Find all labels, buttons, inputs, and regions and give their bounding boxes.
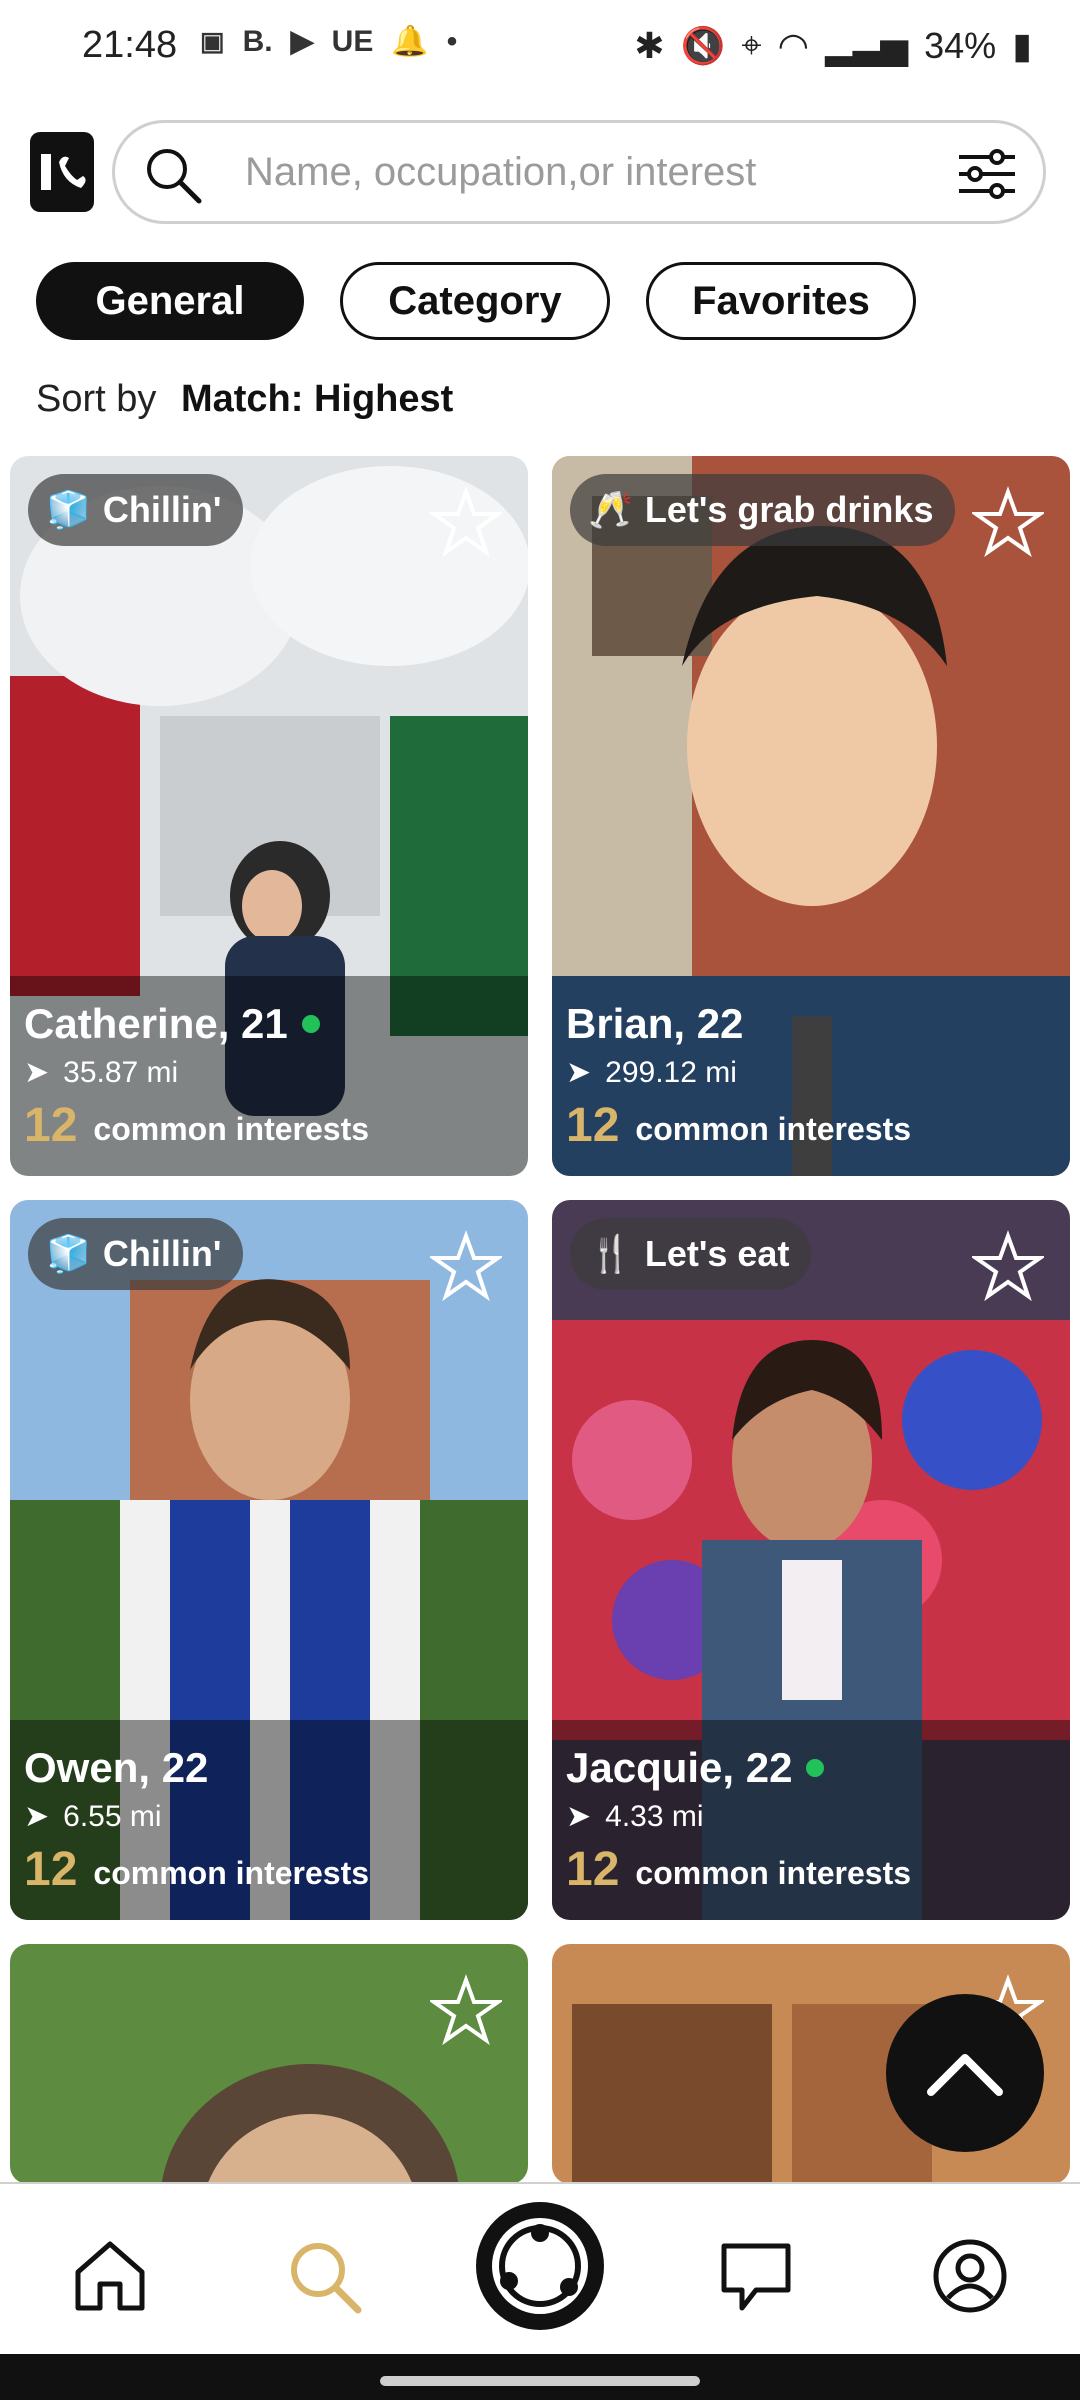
status-system-icons: ✱ 🔇 ⌖ ◠ ▂▃▅ 34% ▮ [634,24,1032,67]
common-interests: 12 common interests [566,1843,912,1896]
home-indicator[interactable] [380,2376,700,2386]
status-time: 21:48 [82,24,178,66]
location-arrow-icon: ➤ [24,1800,50,1833]
sort-label: Sort by [36,378,157,420]
chevron-up-icon [927,2054,1003,2096]
search-input[interactable] [243,141,887,203]
signal-icon: ▂▃▅ [825,24,909,66]
profile-name: Owen, 22 [24,1744,208,1792]
favorite-star-icon[interactable] [430,486,502,558]
distance: ➤ 4.33 mi [566,1799,704,1834]
battery-percent: 34% [924,24,997,66]
badge-label: Let's grab drinks [644,489,934,530]
location-arrow-icon: ➤ [566,1056,592,1089]
common-count: 12 [24,1099,78,1152]
gesture-bar [0,2354,1080,2400]
profile-card[interactable]: 🧊 Chillin' Owen, 22 ➤ 6.55 mi 12 common … [10,1200,528,1920]
common-interests: 12 common interests [24,1843,370,1896]
profile-icon[interactable] [930,2236,1010,2316]
tab-favorites[interactable]: Favorites [646,262,916,340]
app-logo-icon[interactable] [30,132,94,212]
common-label: common interests [635,1855,912,1891]
profile-card[interactable] [10,1944,528,2184]
location-arrow-icon: ➤ [24,1056,50,1089]
wifi-icon: ◠ [777,24,810,66]
common-count: 12 [566,1099,620,1152]
mute-icon: 🔇 [680,24,726,66]
badge-label: Chillin' [102,489,222,530]
common-label: common interests [93,1855,370,1891]
distance-value: 4.33 mi [605,1799,704,1833]
online-indicator [301,1015,320,1033]
bluetooth-icon: ✱ [634,24,665,66]
favorite-star-icon[interactable] [430,1974,502,2046]
filter-sliders-icon[interactable] [957,149,1017,199]
distance-value: 35.87 mi [63,1055,179,1089]
dot-icon: • [446,24,458,58]
bell-icon: 🔔 [391,25,429,58]
profile-name: Brian, 22 [566,1000,743,1048]
status-badge: 🧊 Chillin' [28,474,244,546]
location-icon: ⌖ [741,24,762,65]
sort-value[interactable]: Match: Highest [181,378,453,420]
distance: ➤ 6.55 mi [24,1799,162,1834]
tab-category[interactable]: Category [340,262,610,340]
common-interests: 12 common interests [566,1099,912,1152]
tab-general[interactable]: General [36,262,304,340]
profile-card[interactable]: 🥂 Let's grab drinks Brian, 22 ➤ 299.12 m… [552,456,1070,1176]
home-icon[interactable] [70,2236,150,2316]
common-count: 12 [566,1843,620,1896]
search-bar[interactable] [112,120,1046,224]
profile-card[interactable]: 🧊 Chillin' Catherine, 21 ➤ 35.87 mi 12 c… [10,456,528,1176]
location-arrow-icon: ➤ [566,1800,592,1833]
battery-icon: ▮ [1012,24,1032,66]
common-label: common interests [93,1111,370,1147]
sort-selector[interactable]: Sort by Match: Highest [36,378,453,421]
status-bar: 21:48 ▣ B. ▶ UE 🔔 • ✱ 🔇 ⌖ ◠ ▂▃▅ 34% ▮ [0,0,1080,100]
badge-label: Chillin' [102,1233,222,1274]
scroll-to-top-button[interactable] [886,1994,1044,2152]
distance: ➤ 299.12 mi [566,1055,737,1090]
search-icon [147,149,202,204]
online-indicator [806,1759,825,1777]
profile-name-text: Jacquie, 22 [566,1744,793,1791]
youtube-icon: ▶ [290,25,314,58]
ubereats-icon: UE [331,24,374,58]
status-notification-icons: ▣ B. ▶ UE 🔔 • [200,24,457,59]
favorite-star-icon[interactable] [972,1230,1044,1302]
messages-icon[interactable] [716,2236,796,2316]
profile-name: Jacquie, 22 [566,1744,825,1792]
profile-card[interactable]: 🍴 Let's eat Jacquie, 22 ➤ 4.33 mi 12 com… [552,1200,1070,1920]
search-icon[interactable] [284,2236,364,2316]
favorite-star-icon[interactable] [972,486,1044,558]
distance-value: 6.55 mi [63,1799,162,1833]
champagne-icon: 🥂 [588,489,633,530]
common-label: common interests [635,1111,912,1147]
common-count: 12 [24,1843,78,1896]
common-interests: 12 common interests [24,1099,370,1152]
utensils-icon: 🍴 [588,1233,633,1274]
notification-icon: ▣ [200,26,225,56]
favorite-star-icon[interactable] [430,1230,502,1302]
tab-bar: General Category Favorites [36,262,916,340]
profile-name: Catherine, 21 [24,1000,320,1048]
profile-name-text: Owen, 22 [24,1744,209,1791]
distance: ➤ 35.87 mi [24,1055,178,1090]
booking-icon: B. [242,24,273,58]
ice-cube-icon: 🧊 [46,1233,91,1274]
status-badge: 🧊 Chillin' [28,1218,244,1290]
connections-logo-icon [492,2218,588,2314]
status-badge: 🥂 Let's grab drinks [570,474,956,546]
ice-cube-icon: 🧊 [46,489,91,530]
profile-name-text: Brian, 22 [566,1000,744,1047]
badge-label: Let's eat [644,1233,790,1274]
connections-icon[interactable] [476,2202,604,2330]
distance-value: 299.12 mi [605,1055,737,1089]
profile-name-text: Catherine, 21 [24,1000,288,1047]
status-badge: 🍴 Let's eat [570,1218,812,1290]
